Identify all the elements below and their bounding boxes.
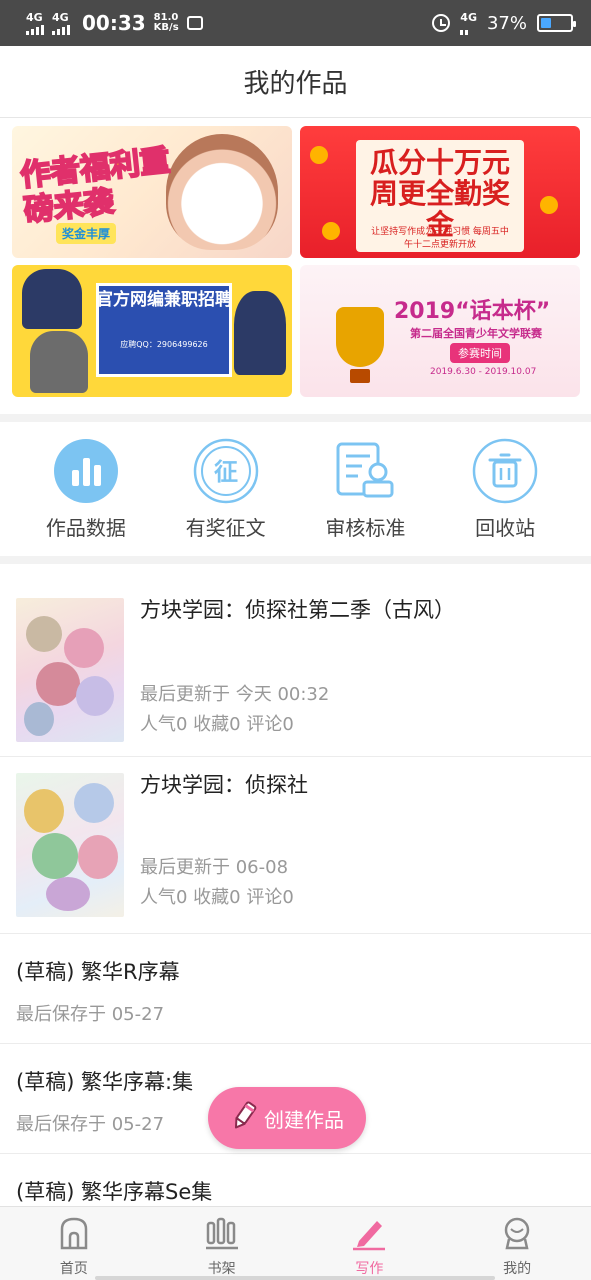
nav-label: 首页 [59,1261,88,1277]
bookshelf-icon [204,1215,240,1255]
draft-saved: 最后保存于 05-27 [16,1004,165,1025]
bar-chart-icon [53,438,119,504]
banner-grid: 作者福利重磅来袭 奖金丰厚 瓜分十万元周更全勤奖金 让坚持写作成为一种习惯 每周… [0,118,591,414]
work-updated: 最后更新于 06-08 [140,857,289,878]
work-cover-image [16,773,124,917]
zheng-badge-icon: 征 [193,438,259,504]
status-time: 00:33 [82,11,146,35]
work-cover-image [16,598,124,742]
person-illustration [30,331,88,393]
work-stats: 人气0 收藏0 评论0 [140,887,294,908]
nav-profile[interactable]: 我的 [443,1207,591,1280]
page-title: 我的作品 [243,69,348,99]
alarm-icon [432,14,451,32]
gesture-handle[interactable] [95,1276,495,1280]
battery-percent: 37% [486,12,527,34]
nav-write[interactable]: 写作 [296,1207,444,1280]
tool-label: 有奖征文 [185,516,266,540]
header: 我的作品 [0,46,591,118]
battery-icon [537,14,576,32]
banner-date: 2019.6.30 - 2019.10.07 [430,367,537,377]
pencil-icon [230,1100,258,1136]
work-item[interactable]: 方块学园：侦探社第二季（古风） 最后更新于 今天 00:32 人气0 收藏0 评… [0,566,591,757]
banner-subtext: 奖金丰厚 [56,223,117,244]
signal-icon: 4G [26,12,44,35]
nav-label: 书架 [207,1261,236,1277]
works-list: 方块学园：侦探社第二季（古风） 最后更新于 今天 00:32 人气0 收藏0 评… [0,566,591,1264]
tool-essay-contest[interactable]: 征 有奖征文 [161,438,291,541]
notification-image-icon [186,16,203,30]
person-illustration [22,269,82,329]
tool-work-data[interactable]: 作品数据 [21,438,151,541]
svg-text:征: 征 [214,458,238,486]
data-signal-icon: 4G [460,12,477,35]
person-illustration [234,291,286,375]
work-title: 方块学园：侦探社 [140,773,308,797]
banner-recruit-editor[interactable]: 官方网编兼职招聘 应聘QQ：2906499626 [12,265,292,397]
banner-text: 2019“话本杯” [394,299,551,324]
banner-subtext: 第二届全国青少年文学联赛 [410,327,542,340]
coin-icon [310,146,328,164]
work-stats: 人气0 收藏0 评论0 [140,714,294,735]
status-bar: 4G 4G 00:33 81.0 KB/s 4G 37% [0,0,591,46]
tool-label: 回收站 [475,516,536,540]
tool-recycle-bin[interactable]: 回收站 [440,438,570,541]
banner-subtext: 应聘QQ：2906499626 [120,340,208,349]
coin-icon [322,222,340,240]
nav-label: 写作 [355,1261,384,1277]
create-work-button[interactable]: 创建作品 [208,1087,366,1149]
review-doc-icon [332,438,398,504]
banner-text: 官方网编兼职招聘 [96,290,232,310]
tool-label: 作品数据 [45,516,126,540]
pen-icon [351,1215,387,1255]
draft-item[interactable]: (草稿) 繁华R序幕 最后保存于 05-27 [0,934,591,1044]
section-divider [0,556,591,564]
draft-title: (草稿) 繁华序幕Se集 [16,1180,213,1204]
trash-icon [472,438,538,504]
nav-label: 我的 [503,1261,532,1277]
banner-tag: 参赛时间 [450,343,510,363]
bottom-nav: 首页 书架 写作 我的 [0,1206,591,1280]
coin-icon [540,196,558,214]
work-updated: 最后更新于 今天 00:32 [140,684,330,705]
nav-home[interactable]: 首页 [0,1207,148,1280]
nav-bookshelf[interactable]: 书架 [148,1207,296,1280]
tool-row: 作品数据 征 有奖征文 审核标准 回收站 [0,422,591,556]
draft-title: (草稿) 繁华R序幕 [16,960,180,984]
section-divider [0,414,591,422]
banner-author-welfare[interactable]: 作者福利重磅来袭 奖金丰厚 [12,126,292,258]
banner-subtext: 让坚持写作成为一种习惯 每周五中午十二点更新开放 [371,227,509,250]
banner-text: 作者福利重磅来袭 [18,142,173,229]
anime-girl-illustration [166,134,278,250]
tool-label: 审核标准 [325,516,406,540]
network-speed: 81.0 KB/s [153,11,179,33]
banner-literature-contest[interactable]: 2019“话本杯” 第二届全国青少年文学联赛 参赛时间 2019.6.30 - … [300,265,580,397]
tool-review-standard[interactable]: 审核标准 [300,438,430,541]
work-title: 方块学园：侦探社第二季（古风） [140,598,455,622]
create-work-label: 创建作品 [264,1107,344,1132]
work-item[interactable]: 方块学园：侦探社 最后更新于 06-08 人气0 收藏0 评论0 [0,757,591,934]
banner-weekly-bonus[interactable]: 瓜分十万元周更全勤奖金 让坚持写作成为一种习惯 每周五中午十二点更新开放 [300,126,580,258]
signal-icon: 4G [52,12,70,35]
home-icon [56,1215,92,1255]
profile-icon [499,1215,535,1255]
trophy-icon [336,307,384,383]
